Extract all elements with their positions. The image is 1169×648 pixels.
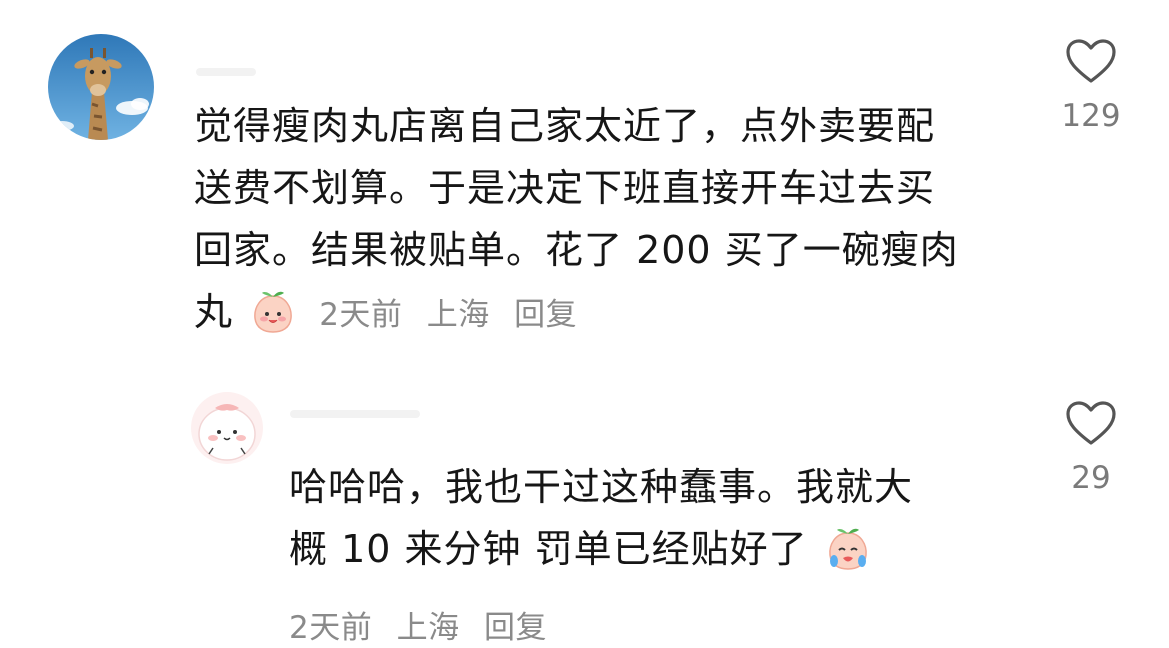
smiling-peach-emoji-icon — [254, 291, 292, 333]
heart-icon — [1066, 39, 1116, 83]
like-button[interactable]: 129 — [1046, 38, 1136, 134]
reply-button[interactable]: 回复 — [484, 610, 547, 646]
comment-text: 觉得瘦肉丸店离自己家太近了，点外卖要配 送费不划算。于是决定下班直接开车过去买 … — [194, 95, 1024, 346]
reply-line: 哈哈哈，我也干过这种蠢事。我就大 — [289, 465, 914, 509]
heart-icon — [1066, 401, 1116, 445]
like-count: 29 — [1071, 460, 1111, 496]
reply-last-line: 概 10 来分钟 罚单已经贴好了 — [289, 518, 1009, 580]
reply-location: 上海 — [396, 610, 460, 646]
comment-item: 觉得瘦肉丸店离自己家太近了，点外卖要配 送费不划算。于是决定下班直接开车过去买 … — [0, 0, 1169, 380]
comment-line: 丸 — [194, 290, 234, 334]
like-button[interactable]: 29 — [1046, 400, 1136, 496]
comment-meta: 2天前 上海 回复 — [319, 297, 591, 333]
crying-peach-emoji-icon — [828, 528, 867, 570]
comment-line: 回家。结果被贴单。花了 200 买了一碗瘦肉 — [194, 228, 959, 272]
comment-line: 送费不划算。于是决定下班直接开车过去买 — [194, 166, 936, 210]
like-count: 129 — [1061, 98, 1121, 134]
comment-line: 觉得瘦肉丸店离自己家太近了，点外卖要配 — [194, 104, 936, 148]
comment-location: 上海 — [426, 297, 490, 333]
reply-line: 概 10 来分钟 罚单已经贴好了 — [289, 527, 808, 571]
avatar[interactable] — [191, 392, 263, 464]
reply-text: 哈哈哈，我也干过这种蠢事。我就大 概 10 来分钟 罚单已经贴好了 — [289, 456, 1009, 580]
reply-time: 2天前 — [289, 610, 373, 646]
avatar[interactable] — [48, 34, 154, 140]
comment-time: 2天前 — [319, 297, 403, 333]
reply-button[interactable]: 回复 — [514, 297, 577, 333]
giraffe-avatar-icon — [48, 34, 154, 140]
username[interactable] — [196, 68, 256, 76]
comment-last-line: 丸 2天前 上海 回复 — [194, 281, 1024, 346]
reply-item: 哈哈哈，我也干过这种蠢事。我就大 概 10 来分钟 罚单已经贴好了 2天前 上海… — [0, 380, 1169, 648]
reply-meta: 2天前 上海 回复 — [289, 602, 561, 647]
username[interactable] — [290, 410, 420, 418]
cartoon-peach-avatar-icon — [191, 392, 263, 464]
